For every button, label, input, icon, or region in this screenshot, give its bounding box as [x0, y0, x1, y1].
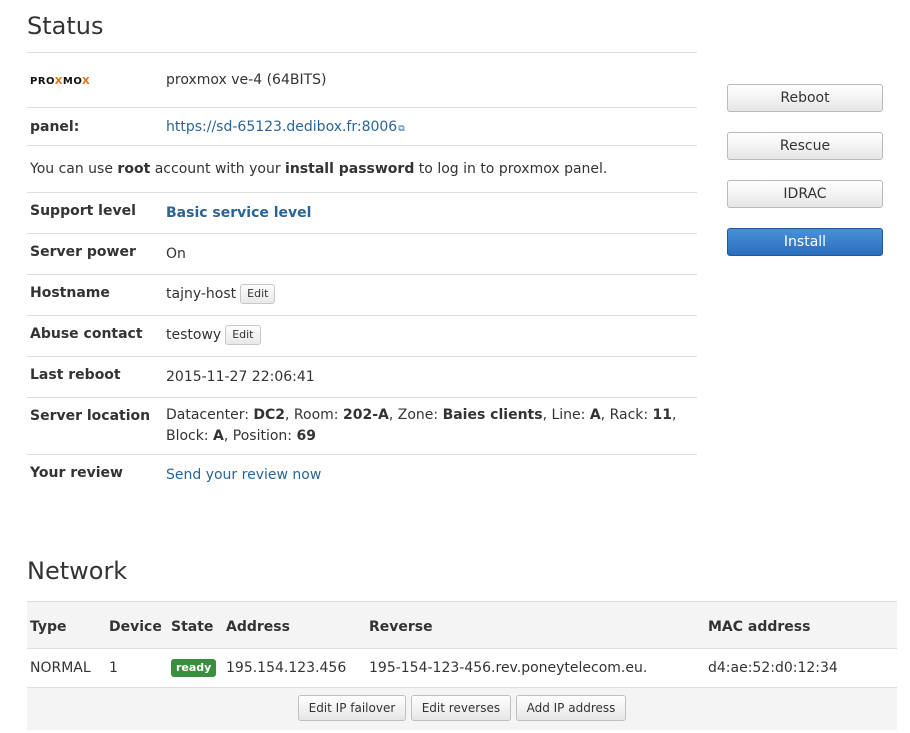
col-mac: MAC address	[705, 601, 897, 649]
rescue-button[interactable]: Rescue	[727, 132, 883, 160]
edit-hostname-button[interactable]: Edit	[240, 284, 276, 304]
cell-type: NORMAL	[27, 648, 106, 687]
cell-state: ready	[168, 648, 223, 687]
power-label: Server power	[27, 233, 163, 275]
status-heading: Status	[27, 12, 104, 40]
panel-label: panel:	[27, 107, 163, 146]
cell-reverse: 195-154-123-456.rev.poneytelecom.eu.	[366, 648, 705, 687]
col-reverse: Reverse	[366, 601, 705, 649]
cell-address: 195.154.123.456	[223, 648, 366, 687]
status-table: PROXMOX proxmox ve-4 (64BITS) panel: htt…	[27, 52, 697, 495]
send-review-link[interactable]: Send your review now	[166, 467, 321, 483]
hostname-label: Hostname	[27, 274, 163, 316]
network-header-row: Type Device State Address Reverse MAC ad…	[27, 601, 897, 649]
panel-cell: https://sd-65123.dedibox.fr:8006⧉	[163, 107, 697, 146]
hostname-cell: tajny-host Edit	[163, 274, 697, 316]
power-value: On	[163, 233, 697, 275]
col-address: Address	[223, 601, 366, 649]
location-value: Datacenter: DC2, Room: 202-A, Zone: Baie…	[163, 397, 697, 455]
cell-mac: d4:ae:52:d0:12:34	[705, 648, 897, 687]
support-cell: Basic service level	[163, 192, 697, 234]
os-name: proxmox ve-4 (64BITS)	[163, 52, 697, 108]
hostname-row: Hostname tajny-host Edit	[27, 274, 697, 316]
col-device: Device	[106, 601, 168, 649]
hostname-value: tajny-host	[166, 286, 237, 302]
edit-reverses-button[interactable]: Edit reverses	[410, 695, 512, 721]
review-label: Your review	[27, 454, 163, 495]
os-row: PROXMOX proxmox ve-4 (64BITS)	[27, 52, 697, 108]
external-link-icon: ⧉	[398, 123, 405, 134]
support-row: Support level Basic service level	[27, 192, 697, 234]
support-label: Support level	[27, 192, 163, 234]
add-ip-address-button[interactable]: Add IP address	[515, 695, 627, 721]
last-reboot-label: Last reboot	[27, 356, 163, 398]
abuse-value: testowy	[166, 327, 222, 343]
table-row: NORMAL 1 ready 195.154.123.456 195-154-1…	[27, 648, 897, 687]
panel-link[interactable]: https://sd-65123.dedibox.fr:8006	[166, 119, 397, 135]
abuse-row: Abuse contact testowy Edit	[27, 315, 697, 357]
network-heading: Network	[27, 557, 128, 585]
location-label: Server location	[27, 397, 163, 455]
abuse-label: Abuse contact	[27, 315, 163, 357]
network-table: Type Device State Address Reverse MAC ad…	[27, 601, 897, 687]
support-level-link[interactable]: Basic service level	[166, 205, 311, 221]
edit-abuse-button[interactable]: Edit	[225, 325, 261, 345]
col-state: State	[168, 601, 223, 649]
power-row: Server power On	[27, 233, 697, 275]
os-logo-cell: PROXMOX	[27, 52, 163, 108]
network-actions: Edit IP failover Edit reverses Add IP ad…	[27, 687, 897, 730]
last-reboot-row: Last reboot 2015-11-27 22:06:41	[27, 356, 697, 398]
install-button[interactable]: Install	[727, 228, 883, 256]
login-info-text: You can use root account with your insta…	[27, 145, 697, 193]
login-info-row: You can use root account with your insta…	[27, 145, 697, 193]
edit-ip-failover-button[interactable]: Edit IP failover	[297, 695, 407, 721]
review-cell: Send your review now	[163, 454, 697, 495]
location-row: Server location Datacenter: DC2, Room: 2…	[27, 397, 697, 455]
proxmox-logo: PROXMOX	[30, 76, 91, 87]
idrac-button[interactable]: IDRAC	[727, 180, 883, 208]
col-type: Type	[27, 601, 106, 649]
reboot-button[interactable]: Reboot	[727, 84, 883, 112]
status-badge: ready	[171, 659, 217, 677]
review-row: Your review Send your review now	[27, 454, 697, 495]
abuse-cell: testowy Edit	[163, 315, 697, 357]
last-reboot-value: 2015-11-27 22:06:41	[163, 356, 697, 398]
panel-row: panel: https://sd-65123.dedibox.fr:8006⧉	[27, 107, 697, 146]
cell-device: 1	[106, 648, 168, 687]
